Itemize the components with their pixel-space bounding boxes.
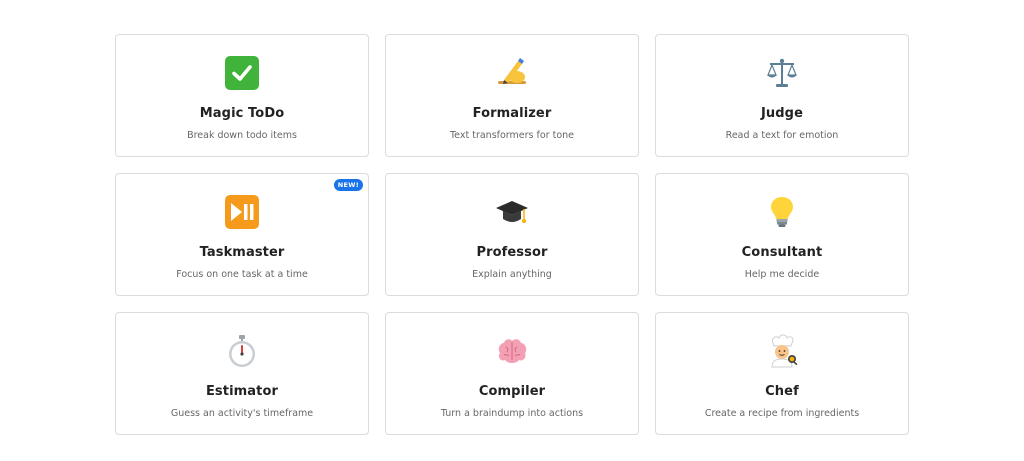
card-description: Focus on one task at a time (176, 269, 308, 280)
stopwatch-icon (224, 333, 260, 369)
card-consultant[interactable]: Consultant Help me decide (655, 173, 909, 296)
tools-page: Magic ToDo Break down todo items Formali… (0, 0, 1024, 461)
card-title: Formalizer (472, 106, 552, 121)
card-title: Chef (765, 384, 799, 399)
play-pause-icon (224, 194, 260, 230)
card-chef[interactable]: Chef Create a recipe from ingredients (655, 312, 909, 435)
card-description: Turn a braindump into actions (440, 408, 584, 419)
card-taskmaster[interactable]: NEW! Taskmaster Focus on one task at a t… (115, 173, 369, 296)
check-mark-button-icon (224, 55, 260, 91)
card-judge[interactable]: Judge Read a text for emotion (655, 34, 909, 157)
graduation-cap-icon (494, 194, 530, 230)
card-title: Magic ToDo (199, 106, 285, 121)
card-magic-todo[interactable]: Magic ToDo Break down todo items (115, 34, 369, 157)
card-professor[interactable]: Professor Explain anything (385, 173, 639, 296)
card-title: Consultant (741, 245, 823, 260)
card-title: Compiler (478, 384, 546, 399)
card-compiler[interactable]: Compiler Turn a braindump into actions (385, 312, 639, 435)
card-title: Professor (476, 245, 548, 260)
card-description: Text transformers for tone (449, 130, 574, 141)
card-description: Read a text for emotion (725, 130, 839, 141)
card-title: Estimator (205, 384, 279, 399)
card-description: Create a recipe from ingredients (704, 408, 860, 419)
card-title: Judge (760, 106, 804, 121)
new-badge: NEW! (333, 179, 363, 191)
card-title: Taskmaster (199, 245, 285, 260)
card-description: Explain anything (472, 269, 552, 280)
tool-grid: Magic ToDo Break down todo items Formali… (115, 34, 909, 435)
balance-scale-icon (764, 55, 800, 91)
light-bulb-icon (764, 194, 800, 230)
card-estimator[interactable]: Estimator Guess an activity's timeframe (115, 312, 369, 435)
cook-icon (764, 333, 800, 369)
card-description: Help me decide (744, 269, 820, 280)
card-description: Break down todo items (187, 130, 297, 141)
writing-hand-icon (494, 55, 530, 91)
card-description: Guess an activity's timeframe (170, 408, 314, 419)
card-formalizer[interactable]: Formalizer Text transformers for tone (385, 34, 639, 157)
brain-icon (494, 333, 530, 369)
